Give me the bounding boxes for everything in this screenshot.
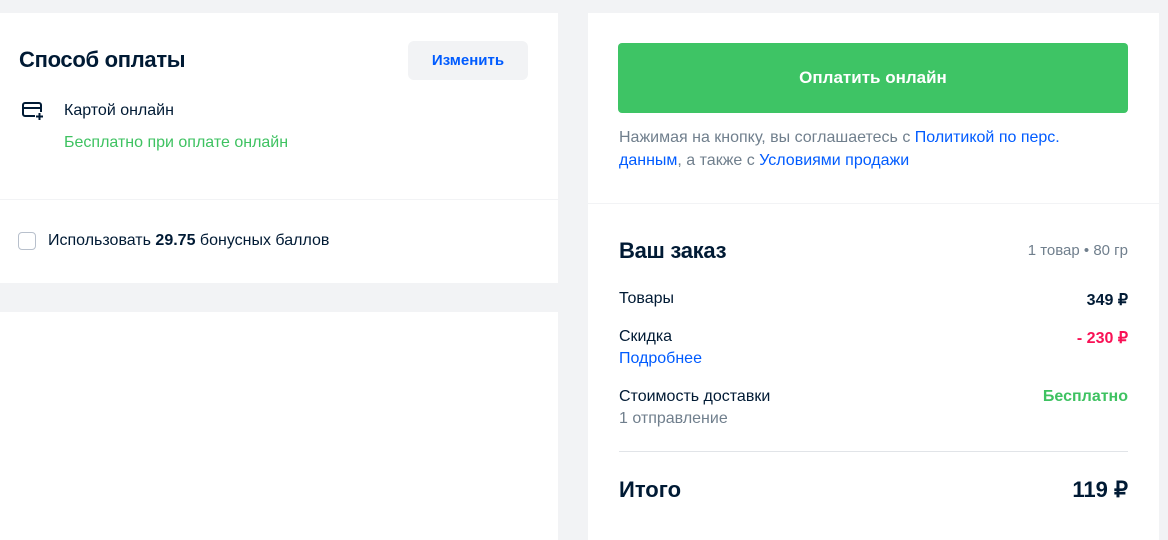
order-items-summary: 1 товар • 80 гр [1027, 242, 1128, 259]
discount-amount: - 230 ₽ [1076, 330, 1128, 347]
discount-label: Скидка [619, 328, 673, 345]
goods-price: 349 ₽ [1086, 292, 1128, 309]
bonus-amount: 29.75 [155, 232, 196, 249]
agreement-prefix: Нажимая на кнопку, вы соглашаетесь с [619, 129, 915, 146]
bonus-text-before: Использовать [48, 232, 156, 249]
sale-terms-link[interactable]: Условиями продажи [759, 152, 909, 169]
delivery-cost-label: Стоимость доставки [619, 388, 771, 405]
agreement-middle: , а также с [677, 152, 760, 169]
goods-label: Товары [619, 290, 675, 307]
bonus-label: Использовать 29.75 бонусных баллов [48, 232, 329, 250]
delivery-cost-value: Бесплатно [1042, 388, 1128, 405]
card-plus-icon [22, 101, 44, 121]
shipment-count: 1 отправление [619, 410, 728, 427]
payment-method-label: Картой онлайн [64, 102, 174, 119]
payment-method-note: Бесплатно при оплате онлайн [64, 134, 289, 151]
change-payment-button[interactable]: Изменить [408, 41, 528, 80]
agreement-text: Нажимая на кнопку, вы соглашаетесь с Пол… [619, 126, 1119, 172]
blank-panel [0, 312, 558, 540]
total-price: 119 ₽ [1072, 477, 1128, 502]
order-title: Ваш заказ [619, 238, 727, 263]
bonus-text-after: бонусных баллов [195, 232, 330, 249]
pay-online-button[interactable]: Оплатить онлайн [618, 43, 1128, 113]
discount-details-link[interactable]: Подробнее [619, 350, 702, 368]
bonus-checkbox[interactable] [18, 232, 36, 250]
payment-method-title: Способ оплаты [19, 47, 186, 72]
total-label: Итого [619, 477, 682, 502]
divider [619, 451, 1128, 452]
